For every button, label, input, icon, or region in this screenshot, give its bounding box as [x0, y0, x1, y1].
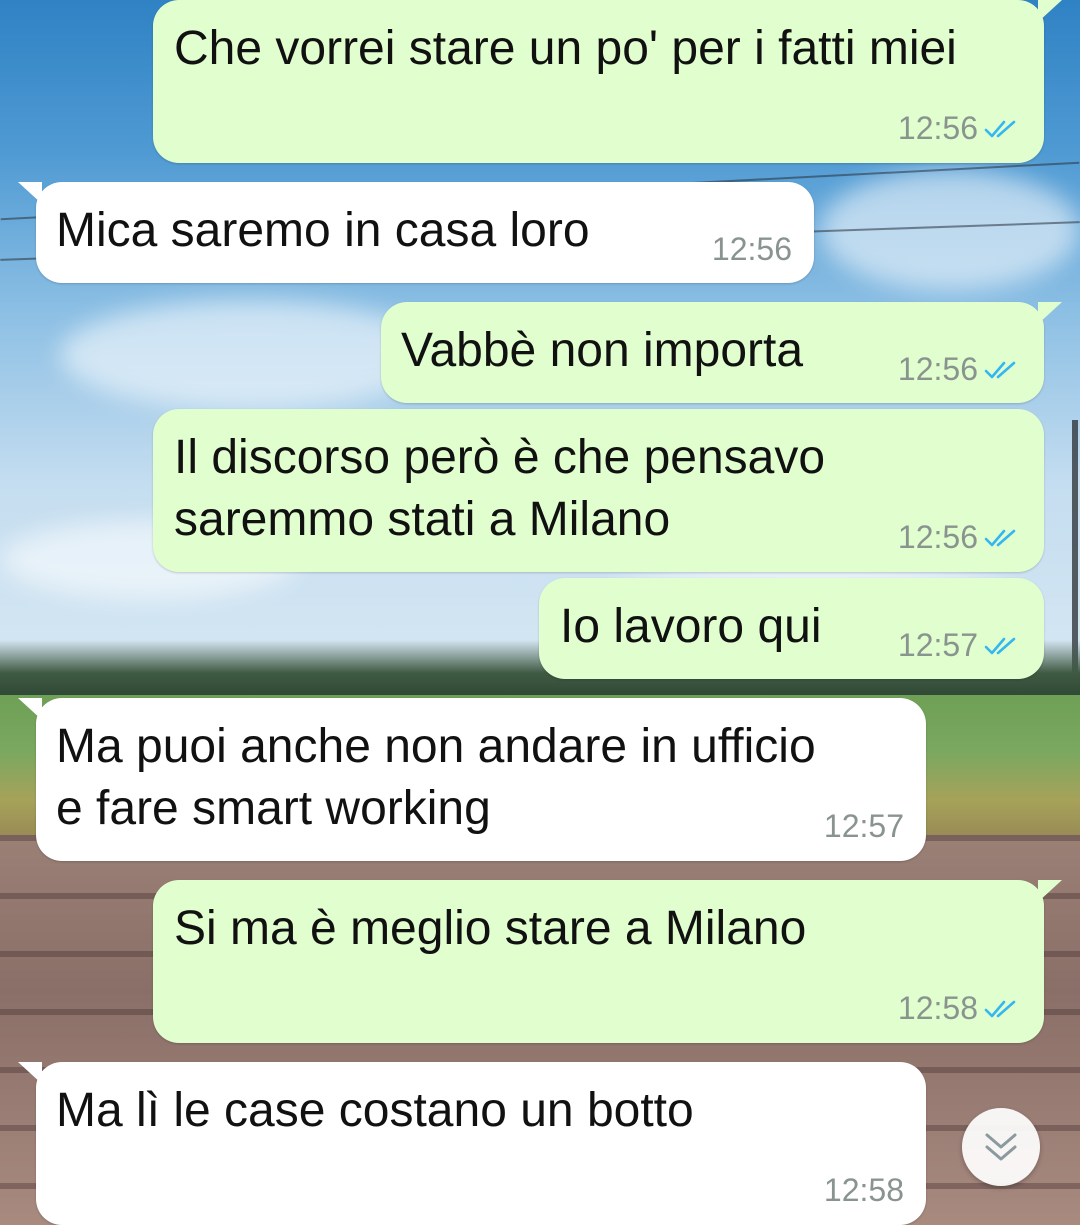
message-meta: 12:58	[824, 1172, 904, 1209]
message-bubble-incoming[interactable]: Ma lì le case costano un botto 12:58	[18, 1062, 926, 1225]
message-time: 12:56	[897, 519, 978, 555]
message-meta: 12:56	[712, 231, 792, 268]
message-meta: 12:57	[824, 808, 904, 845]
message-bubble-outgoing[interactable]: Io lavoro qui 12:57	[539, 578, 1044, 679]
message-text: Vabbè non importa	[401, 324, 804, 377]
double-check-icon	[984, 637, 1016, 655]
message-time: 12:56	[897, 110, 978, 146]
double-check-icon	[984, 361, 1016, 379]
message-bubble-outgoing[interactable]: Che vorrei stare un po' per i fatti miei…	[153, 0, 1062, 163]
message-time: 12:58	[823, 1172, 904, 1208]
double-check-icon	[984, 529, 1016, 547]
message-bubble-outgoing[interactable]: Il discorso però è che pensavo saremmo s…	[153, 409, 1044, 572]
message-bubble-outgoing[interactable]: Vabbè non importa 12:56	[381, 302, 1062, 403]
message-text: Ma puoi anche non andare in ufficio e fa…	[56, 720, 816, 835]
message-text: Che vorrei stare un po' per i fatti miei	[174, 22, 957, 75]
message-bubble-incoming[interactable]: Mica saremo in casa loro 12:56	[18, 182, 814, 283]
message-text: Io lavoro qui	[560, 600, 822, 653]
message-time: 12:56	[897, 351, 978, 387]
message-time: 12:57	[897, 627, 978, 663]
double-chevron-down-icon	[985, 1133, 1017, 1161]
message-meta: 12:56	[898, 110, 1022, 147]
message-meta: 12:56	[898, 351, 1022, 388]
message-text: Ma lì le case costano un botto	[56, 1084, 694, 1137]
message-text: Il discorso però è che pensavo saremmo s…	[174, 431, 826, 546]
message-time: 12:57	[823, 808, 904, 844]
scroll-to-bottom-button[interactable]	[962, 1108, 1040, 1186]
message-text: Si ma è meglio stare a Milano	[174, 902, 807, 955]
message-text: Mica saremo in casa loro	[56, 204, 590, 257]
message-bubble-outgoing[interactable]: Si ma è meglio stare a Milano 12:58	[153, 880, 1062, 1043]
double-check-icon	[984, 1000, 1016, 1018]
message-time: 12:58	[897, 990, 978, 1026]
message-meta: 12:58	[898, 990, 1022, 1027]
message-bubble-incoming[interactable]: Ma puoi anche non andare in ufficio e fa…	[18, 698, 926, 861]
message-meta: 12:57	[898, 627, 1022, 664]
message-time: 12:56	[711, 231, 792, 267]
double-check-icon	[984, 120, 1016, 138]
message-meta: 12:56	[898, 519, 1022, 556]
